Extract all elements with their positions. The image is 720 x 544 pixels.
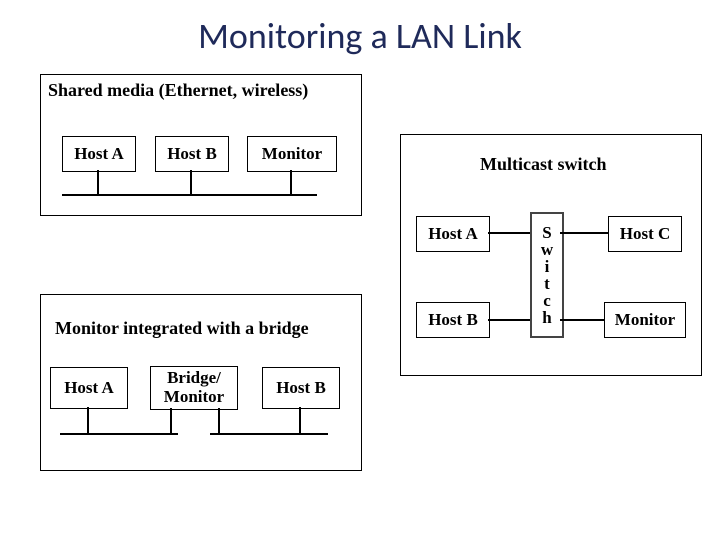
switch-link <box>560 232 608 234</box>
bus-tap <box>290 170 292 194</box>
bridge-bus-left <box>60 433 178 435</box>
node-shared-host-a: Host A <box>62 136 136 172</box>
bridge-bus-right <box>210 433 328 435</box>
node-mcast-host-a: Host A <box>416 216 490 252</box>
node-shared-monitor: Monitor <box>247 136 337 172</box>
node-bridge-host-a: Host A <box>50 367 128 409</box>
switch-link <box>488 232 530 234</box>
node-bridge-monitor: Bridge/ Monitor <box>150 366 238 410</box>
node-mcast-switch: Switch <box>530 212 564 338</box>
switch-link <box>488 319 530 321</box>
bus-tap <box>170 408 172 433</box>
caption-multicast: Multicast switch <box>480 154 606 175</box>
caption-bridge: Monitor integrated with a bridge <box>55 318 309 339</box>
slide-title: Monitoring a LAN Link <box>0 0 720 64</box>
bus-tap <box>97 170 99 194</box>
node-mcast-monitor: Monitor <box>604 302 686 338</box>
node-bridge-host-b: Host B <box>262 367 340 409</box>
caption-shared-media: Shared media (Ethernet, wireless) <box>48 80 308 101</box>
node-mcast-host-b: Host B <box>416 302 490 338</box>
shared-bus-line <box>62 194 317 196</box>
switch-link <box>560 319 604 321</box>
bus-tap <box>299 407 301 433</box>
bus-tap <box>218 408 220 433</box>
diagram-canvas: Shared media (Ethernet, wireless) Host A… <box>0 64 720 544</box>
bus-tap <box>190 170 192 194</box>
bus-tap <box>87 407 89 433</box>
node-shared-host-b: Host B <box>155 136 229 172</box>
node-mcast-host-c: Host C <box>608 216 682 252</box>
